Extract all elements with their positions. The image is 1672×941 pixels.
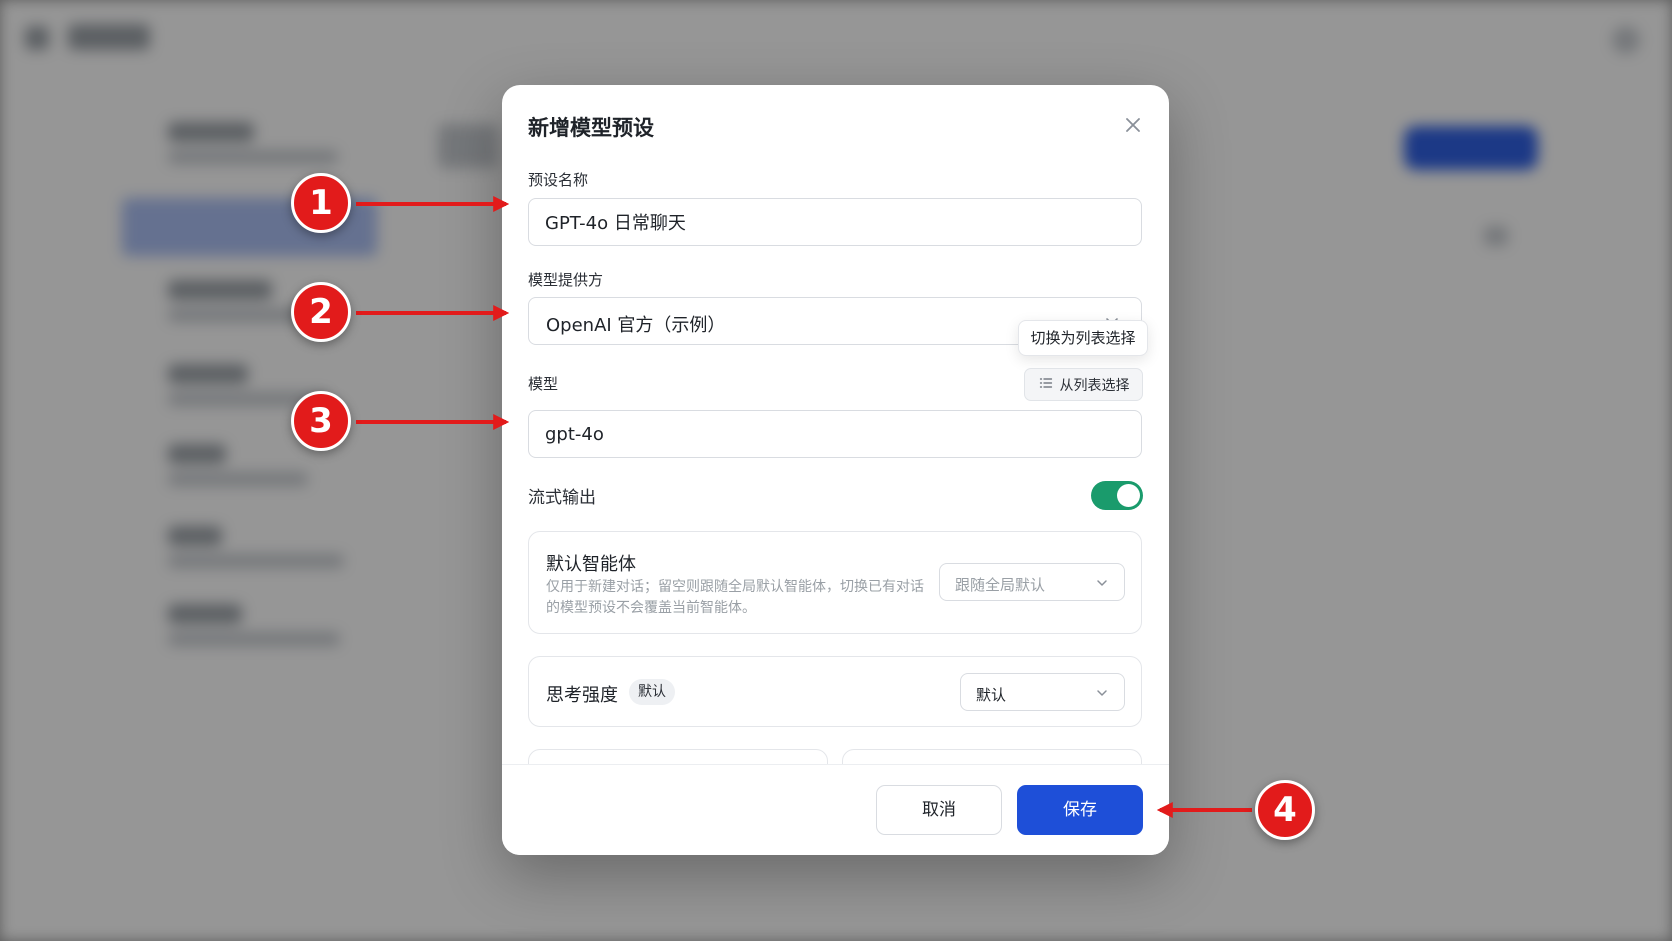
list-icon	[1038, 375, 1054, 395]
stream-output-label: 流式输出	[528, 488, 596, 508]
preset-name-input[interactable]	[528, 198, 1142, 246]
thinking-intensity-card: 思考强度 默认 默认	[528, 656, 1142, 727]
thinking-intensity-select[interactable]: 默认	[960, 673, 1125, 711]
default-agent-card: 默认智能体 仅用于新建对话；留空则跟随全局默认智能体，切换已有对话的模型预设不会…	[528, 531, 1142, 634]
stream-output-toggle[interactable]	[1091, 481, 1143, 510]
close-icon[interactable]	[1115, 107, 1151, 143]
callout-1: 1	[291, 173, 351, 233]
default-agent-select[interactable]: 跟随全局默认	[939, 563, 1125, 601]
select-from-list-label: 从列表选择	[1059, 377, 1130, 394]
chevron-down-icon	[1094, 685, 1110, 701]
thinking-intensity-title: 思考强度	[546, 685, 618, 706]
callout-3: 3	[291, 391, 351, 451]
provider-select-value: OpenAI 官方（示例）	[546, 315, 726, 336]
thinking-intensity-badge: 默认	[629, 679, 675, 705]
default-agent-description: 仅用于新建对话；留空则跟随全局默认智能体，切换已有对话的模型预设不会覆盖当前智能…	[546, 579, 924, 616]
provider-label: 模型提供方	[528, 271, 604, 289]
cancel-button[interactable]: 取消	[876, 785, 1002, 835]
callout-2: 2	[291, 282, 351, 342]
save-button[interactable]: 保存	[1017, 785, 1143, 835]
default-agent-select-value: 跟随全局默认	[955, 576, 1046, 594]
chevron-down-icon	[1094, 575, 1110, 591]
tooltip: 切换为列表选择	[1018, 320, 1148, 356]
thinking-intensity-select-value: 默认	[976, 686, 1007, 704]
default-agent-title: 默认智能体	[546, 554, 636, 575]
preset-name-label: 预设名称	[528, 171, 589, 189]
select-from-list-button[interactable]: 从列表选择	[1024, 368, 1143, 401]
model-label: 模型	[528, 375, 559, 393]
callout-4: 4	[1255, 780, 1315, 840]
toggle-knob	[1117, 484, 1140, 507]
model-input[interactable]	[528, 410, 1142, 458]
add-model-preset-dialog: 新增模型预设 预设名称 模型提供方 OpenAI 官方（示例） 切换为列表选择 …	[502, 85, 1169, 855]
dialog-title: 新增模型预设	[528, 116, 654, 140]
